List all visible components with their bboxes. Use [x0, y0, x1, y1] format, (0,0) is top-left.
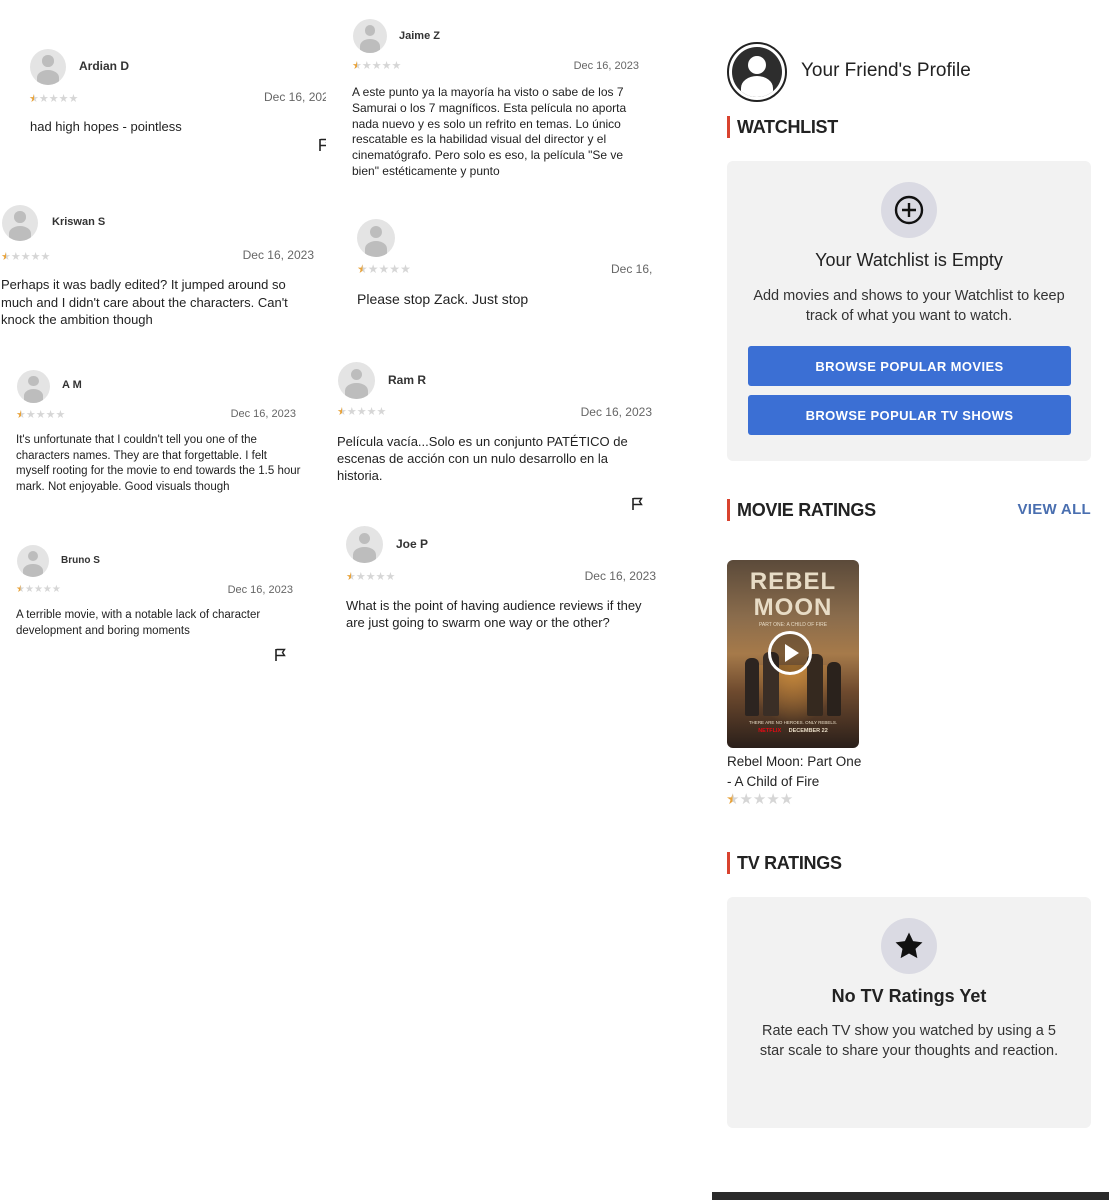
star-rating: ★★★★★: [29, 93, 79, 105]
watchlist-heading: WATCHLIST: [727, 116, 838, 138]
reviewer-name: Kriswan S: [52, 216, 106, 228]
review-text: Please stop Zack. Just stop: [357, 291, 529, 307]
tv-ratings-empty-panel: No TV Ratings Yet Rate each TV show you …: [727, 897, 1091, 1128]
play-icon[interactable]: [768, 631, 812, 675]
review-card: Bruno S ★★★★★ Dec 16, 2023 A terrible mo…: [0, 543, 310, 668]
poster-title-line2: MOON: [753, 594, 833, 621]
reviewer-name: A M: [62, 379, 82, 391]
profile-avatar: [727, 42, 787, 102]
flag-icon[interactable]: [274, 648, 288, 662]
avatar: [338, 362, 375, 399]
profile-title: Your Friend's Profile: [801, 60, 971, 81]
review-date: Dec 16, 2023: [264, 90, 326, 104]
review-card: Kriswan S ★★★★★ Dec 16, 2023 Perhaps it …: [0, 202, 320, 332]
review-date: Dec 16, 2023: [573, 60, 639, 72]
add-icon: [881, 182, 937, 238]
star-icon: [881, 918, 937, 974]
review-card: A M ★★★★★ Dec 16, 2023 It's unfortunate …: [0, 367, 310, 502]
star-rating: ★★★★★: [357, 262, 411, 276]
watchlist-empty-text: Add movies and shows to your Watchlist t…: [753, 288, 1065, 324]
review-date: Dec 16, 2023: [580, 405, 652, 419]
watchlist-empty-panel: Your Watchlist is Empty Add movies and s…: [727, 161, 1091, 461]
tv-empty-text: Rate each TV show you watched by using a…: [759, 1023, 1059, 1059]
avatar: [353, 19, 387, 53]
review-card: Joe P ★★★★★ Dec 16, 2023 What is the poi…: [336, 523, 661, 643]
reviewer-name: Joe P: [396, 537, 429, 551]
movie-poster[interactable]: REBEL MOON PART ONE: A CHILD OF FIRE THE…: [727, 560, 859, 748]
review-date: Dec 16, 2023: [230, 408, 296, 420]
movie-ratings-heading: MOVIE RATINGS: [727, 499, 876, 521]
poster-tagline: THERE ARE NO HEROES. ONLY REBELS.: [748, 720, 838, 725]
review-card: Ardian D ★★★★★ Dec 16, 2023 had high hop…: [0, 40, 326, 160]
star-rating: ★★★★★: [1, 251, 51, 263]
review-card: Jaime Z ★★★★★ Dec 16, 2023 A este punto …: [340, 14, 645, 184]
reviewer-name: Ardian D: [79, 59, 130, 73]
reviewer-name: Bruno S: [61, 555, 100, 566]
poster-network: NETFLIX: [758, 728, 782, 734]
tv-empty-title: No TV Ratings Yet: [831, 986, 987, 1006]
movie-star-rating: ★★★★★: [726, 791, 794, 808]
review-date: Dec 16, 2023: [584, 569, 656, 583]
movie-title[interactable]: Rebel Moon: Part One - A Child of Fire: [727, 752, 867, 792]
review-text: What is the point of having audience rev…: [346, 598, 642, 630]
poster-release-bar: NETFLIX DECEMBER 22: [727, 728, 859, 734]
review-card: ★★★★★ Dec 16, Please stop Zack. Just sto…: [345, 215, 655, 315]
review-text: A terrible movie, with a notable lack of…: [16, 609, 261, 637]
star-rating: ★★★★★: [337, 406, 387, 418]
reviewer-name: Jaime Z: [399, 30, 440, 42]
avatar: [17, 370, 50, 403]
avatar: [346, 526, 383, 563]
footer-bar: [712, 1192, 1109, 1200]
poster-release: DECEMBER 22: [788, 728, 828, 734]
review-text: Perhaps it was badly edited? It jumped a…: [1, 277, 288, 327]
review-text: Película vacía...Solo es un conjunto PAT…: [337, 434, 628, 483]
flag-icon[interactable]: [318, 138, 326, 152]
review-card: Ram R ★★★★★ Dec 16, 2023 Película vacía.…: [330, 358, 655, 518]
avatar: [2, 205, 38, 241]
browse-movies-button[interactable]: BROWSE POPULAR MOVIES: [748, 346, 1071, 386]
star-rating: ★★★★★: [16, 584, 61, 595]
star-rating: ★★★★★: [16, 409, 66, 421]
avatar: [30, 49, 66, 85]
review-date: Dec 16, 2023: [242, 248, 314, 262]
star-rating: ★★★★★: [346, 571, 396, 583]
avatar: [17, 545, 49, 577]
review-text: had high hopes - pointless: [30, 119, 182, 134]
avatar: [357, 219, 395, 257]
tv-ratings-heading: TV RATINGS: [727, 852, 842, 874]
poster-subtitle: PART ONE: A CHILD OF FIRE: [758, 622, 828, 628]
review-text: A este punto ya la mayoría ha visto o sa…: [352, 85, 627, 178]
reviewer-name: Ram R: [388, 373, 427, 387]
flag-icon[interactable]: [631, 497, 645, 511]
view-all-link[interactable]: VIEW ALL: [1010, 501, 1091, 518]
review-date: Dec 16,: [611, 262, 653, 276]
review-date: Dec 16, 2023: [227, 584, 293, 596]
star-rating: ★★★★★: [352, 60, 402, 72]
poster-title-line1: REBEL: [749, 568, 837, 595]
review-text: It's unfortunate that I couldn't tell yo…: [16, 434, 301, 493]
browse-tv-button[interactable]: BROWSE POPULAR TV SHOWS: [748, 395, 1071, 435]
watchlist-empty-title: Your Watchlist is Empty: [815, 250, 1003, 270]
